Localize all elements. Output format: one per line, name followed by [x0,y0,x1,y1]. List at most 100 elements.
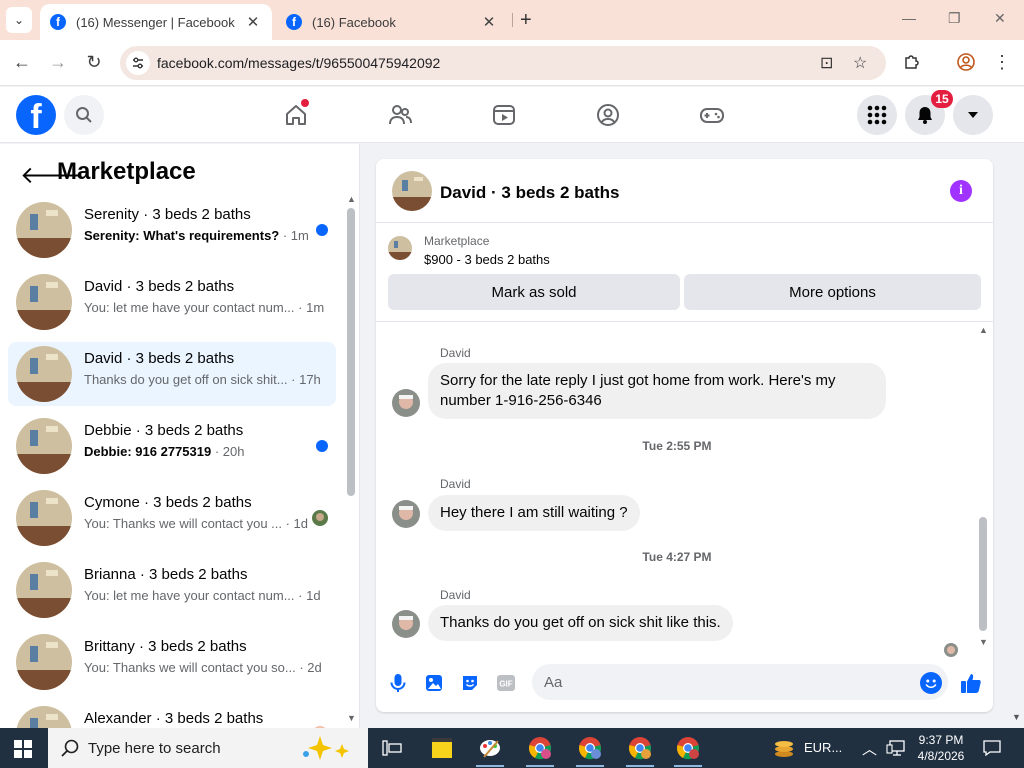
notification-center-icon[interactable] [980,736,1004,760]
taskbar-clock[interactable]: 9:37 PM 4/8/2026 [916,732,966,764]
conversation-snippet: You: let me have your contact num... · 1… [84,588,321,603]
currency-ticker[interactable]: EUR... [804,740,842,755]
thumbs-up-icon[interactable] [959,671,983,695]
facebook-logo-icon[interactable]: f [16,95,56,135]
more-options-button[interactable]: More options [684,274,981,310]
listing-thumbnail [16,562,72,618]
back-arrow-icon[interactable]: ← [10,52,34,73]
conversation-snippet: Debbie: 916 2775319 · 20h [84,444,245,459]
scroll-down-arrow-icon[interactable]: ▼ [347,713,356,723]
search-button[interactable] [64,95,104,135]
conversation-item[interactable]: Alexander · 3 beds 2 baths [8,702,336,728]
menu-grid-button[interactable] [857,95,897,135]
network-icon[interactable] [884,736,908,760]
friends-nav-button[interactable] [386,101,414,129]
message-sender: David [440,477,471,491]
friends-icon [389,105,412,125]
address-bar[interactable]: facebook.com/messages/t/965500475942092 … [120,46,886,80]
gif-icon[interactable]: GIF [494,671,518,695]
new-tab-button[interactable]: + [520,9,532,32]
site-info-icon[interactable] [126,51,150,75]
chat-scrollbar[interactable] [979,517,987,631]
forward-arrow-icon[interactable]: → [46,52,70,73]
scroll-down-arrow-icon[interactable]: ▼ [979,637,988,647]
info-icon[interactable]: i [950,180,972,202]
sticky-notes-icon[interactable] [430,736,454,760]
scroll-up-arrow-icon[interactable]: ▲ [979,325,988,335]
listing-thumbnail [16,346,72,402]
emoji-icon[interactable] [920,672,942,694]
windows-start-button[interactable] [14,740,32,758]
url-text[interactable]: facebook.com/messages/t/965500475942092 [157,55,440,71]
restore-button[interactable]: ❐ [948,10,961,27]
scroll-up-arrow-icon[interactable]: ▲ [347,194,356,204]
conversation-item-selected[interactable]: David · 3 beds 2 baths Thanks do you get… [8,342,336,406]
chrome-icon[interactable] [578,736,602,760]
gaming-nav-button[interactable] [698,101,726,129]
sender-avatar[interactable] [392,610,420,638]
listing-thumbnail [16,274,72,330]
chat-listing-thumbnail[interactable] [392,171,432,211]
groups-nav-button[interactable] [594,101,622,129]
account-menu-button[interactable] [953,95,993,135]
tab-title: (16) Facebook [312,14,396,30]
tab-messenger[interactable]: f (16) Messenger | Facebook ✕ [40,4,272,40]
tray-chevron-up-icon[interactable]: ︿ [862,738,877,759]
paint-icon[interactable] [478,736,502,760]
conversation-item[interactable]: Cymone · 3 beds 2 baths You: Thanks we w… [8,486,336,550]
listing-thumbnail [16,706,72,728]
watch-nav-button[interactable] [490,101,518,129]
taskbar-search-box[interactable]: Type here to search [48,728,368,768]
conversation-item[interactable]: Debbie · 3 beds 2 baths Debbie: 916 2775… [8,414,336,478]
tab-facebook[interactable]: f (16) Facebook ✕ [276,4,508,40]
conversation-item[interactable]: Brianna · 3 beds 2 baths You: let me hav… [8,558,336,622]
chat-panel: David · 3 beds 2 baths i Marketplace $90… [376,159,993,712]
svg-text:GIF: GIF [499,680,512,689]
sender-avatar[interactable] [392,500,420,528]
page-scroll-down-arrow-icon[interactable]: ▼ [1012,712,1021,722]
install-app-icon[interactable]: ⊡ [820,53,833,73]
mark-as-sold-button[interactable]: Mark as sold [388,274,680,310]
running-app-indicator [526,765,554,767]
microphone-icon[interactable] [386,671,410,695]
bookmark-star-icon[interactable]: ☆ [853,53,867,73]
photo-icon[interactable] [422,671,446,695]
message-input[interactable] [532,664,948,700]
chrome-icon[interactable] [628,736,652,760]
browser-toolbar: ← → ↻ facebook.com/messages/t/9655004759… [0,40,1024,86]
sidebar-scrollbar[interactable] [347,208,355,496]
facebook-header: f [0,87,1024,143]
home-nav-button[interactable] [282,99,310,129]
tab-close-icon[interactable]: ✕ [480,13,498,31]
tab-title: (16) Messenger | Facebook [76,14,235,30]
minimize-button[interactable]: — [902,10,916,26]
chrome-icon[interactable] [676,736,700,760]
profile-icon[interactable] [954,52,978,77]
conversation-item[interactable]: Serenity · 3 beds 2 baths Serenity: What… [8,198,336,262]
tab-search-menu-button[interactable]: ⌄ [6,7,32,33]
close-window-button[interactable]: ✕ [994,10,1006,27]
conversation-item[interactable]: Brittany · 3 beds 2 baths You: Thanks we… [8,630,336,694]
conversation-name: David · 3 beds 2 baths [84,278,235,295]
conversation-snippet: Serenity: What's requirements? · 1m [84,228,309,243]
chat-title[interactable]: David · 3 beds 2 baths [440,183,620,203]
facebook-favicon-icon: f [286,14,302,30]
conversation-snippet: Thanks do you get off on sick shit... · … [84,372,321,387]
listing-description: $900 - 3 beds 2 baths [424,252,550,267]
listing-thumbnail [16,634,72,690]
conversation-snippet: You: let me have your contact num... · 1… [84,300,324,315]
currency-icon[interactable] [772,736,796,760]
sticker-icon[interactable] [458,671,482,695]
conversation-item[interactable]: David · 3 beds 2 baths You: let me have … [8,270,336,334]
browser-menu-icon[interactable]: ⋮ [990,52,1014,73]
clock-time: 9:37 PM [918,733,964,747]
task-view-icon[interactable] [380,736,404,760]
extensions-icon[interactable] [900,52,924,75]
reload-icon[interactable]: ↻ [82,52,106,73]
sender-avatar[interactable] [392,389,420,417]
listing-thumbnail [16,202,72,258]
running-app-indicator [476,765,504,767]
chrome-icon[interactable] [528,736,552,760]
tab-close-icon[interactable]: ✕ [244,13,262,31]
marketplace-sidebar: 🡐 Marketplace Serenity · 3 beds 2 baths … [0,144,360,728]
